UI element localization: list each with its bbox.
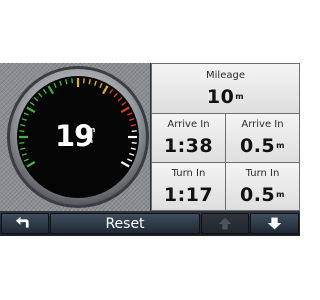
turn-distance-value-wrap: 0.5m (226, 184, 299, 206)
scroll-down-button[interactable] (250, 213, 299, 234)
mileage-label: Mileage (206, 70, 245, 81)
arrive-time-field[interactable]: Arrive In 1:38 (152, 114, 225, 162)
turn-distance-unit: m (276, 190, 285, 199)
arrive-distance-unit: m (276, 141, 285, 150)
gauge-tick (19, 130, 25, 133)
gauge-tick (131, 130, 137, 133)
arrive-distance-value: 0.5 (239, 135, 276, 157)
bottom-toolbar: Reset (0, 211, 300, 236)
turn-time-field[interactable]: Turn In 1:17 (152, 163, 225, 210)
speedometer-panel: 19 m h (0, 63, 150, 211)
reset-button[interactable]: Reset (50, 213, 200, 234)
turn-distance-value: 0.5 (239, 184, 276, 206)
speed-value: 19 (55, 119, 94, 153)
back-button[interactable] (1, 213, 49, 234)
gauge-tick (131, 141, 137, 144)
reset-button-label: Reset (105, 216, 145, 232)
mileage-value: 10 (206, 86, 235, 108)
turn-distance-field[interactable]: Turn In 0.5m (226, 163, 299, 210)
turn-distance-label: Turn In (245, 168, 280, 179)
speed-readout: 19 m h (50, 117, 120, 157)
mileage-field[interactable]: Mileage 10m (152, 64, 299, 113)
trip-computer-screen: 19 m h Mileage 10m Arrive In 1:38 Arrive… (0, 63, 300, 236)
arrive-distance-field[interactable]: Arrive In 0.5m (226, 114, 299, 162)
trip-data-grid: Mileage 10m Arrive In 1:38 Arrive In 0.5… (151, 63, 300, 211)
mileage-unit: m (235, 92, 245, 101)
back-arrow-icon (15, 216, 29, 228)
turn-time-label: Turn In (171, 168, 206, 179)
arrive-time-value: 1:38 (163, 135, 214, 157)
speed-unit-top: m (88, 126, 96, 134)
arrive-time-label: Arrive In (167, 119, 210, 130)
turn-time-value: 1:17 (163, 184, 214, 206)
arrow-down-icon (267, 217, 282, 230)
mileage-value-wrap: 10m (152, 86, 299, 108)
speed-unit-bottom: h (88, 137, 93, 145)
scroll-up-button[interactable] (201, 213, 249, 234)
arrow-up-icon (218, 217, 232, 230)
arrive-distance-label: Arrive In (241, 119, 284, 130)
gauge-tick (82, 78, 85, 84)
arrive-distance-value-wrap: 0.5m (226, 135, 299, 157)
gauge-tick (19, 141, 25, 144)
gauge-tick (71, 78, 74, 84)
